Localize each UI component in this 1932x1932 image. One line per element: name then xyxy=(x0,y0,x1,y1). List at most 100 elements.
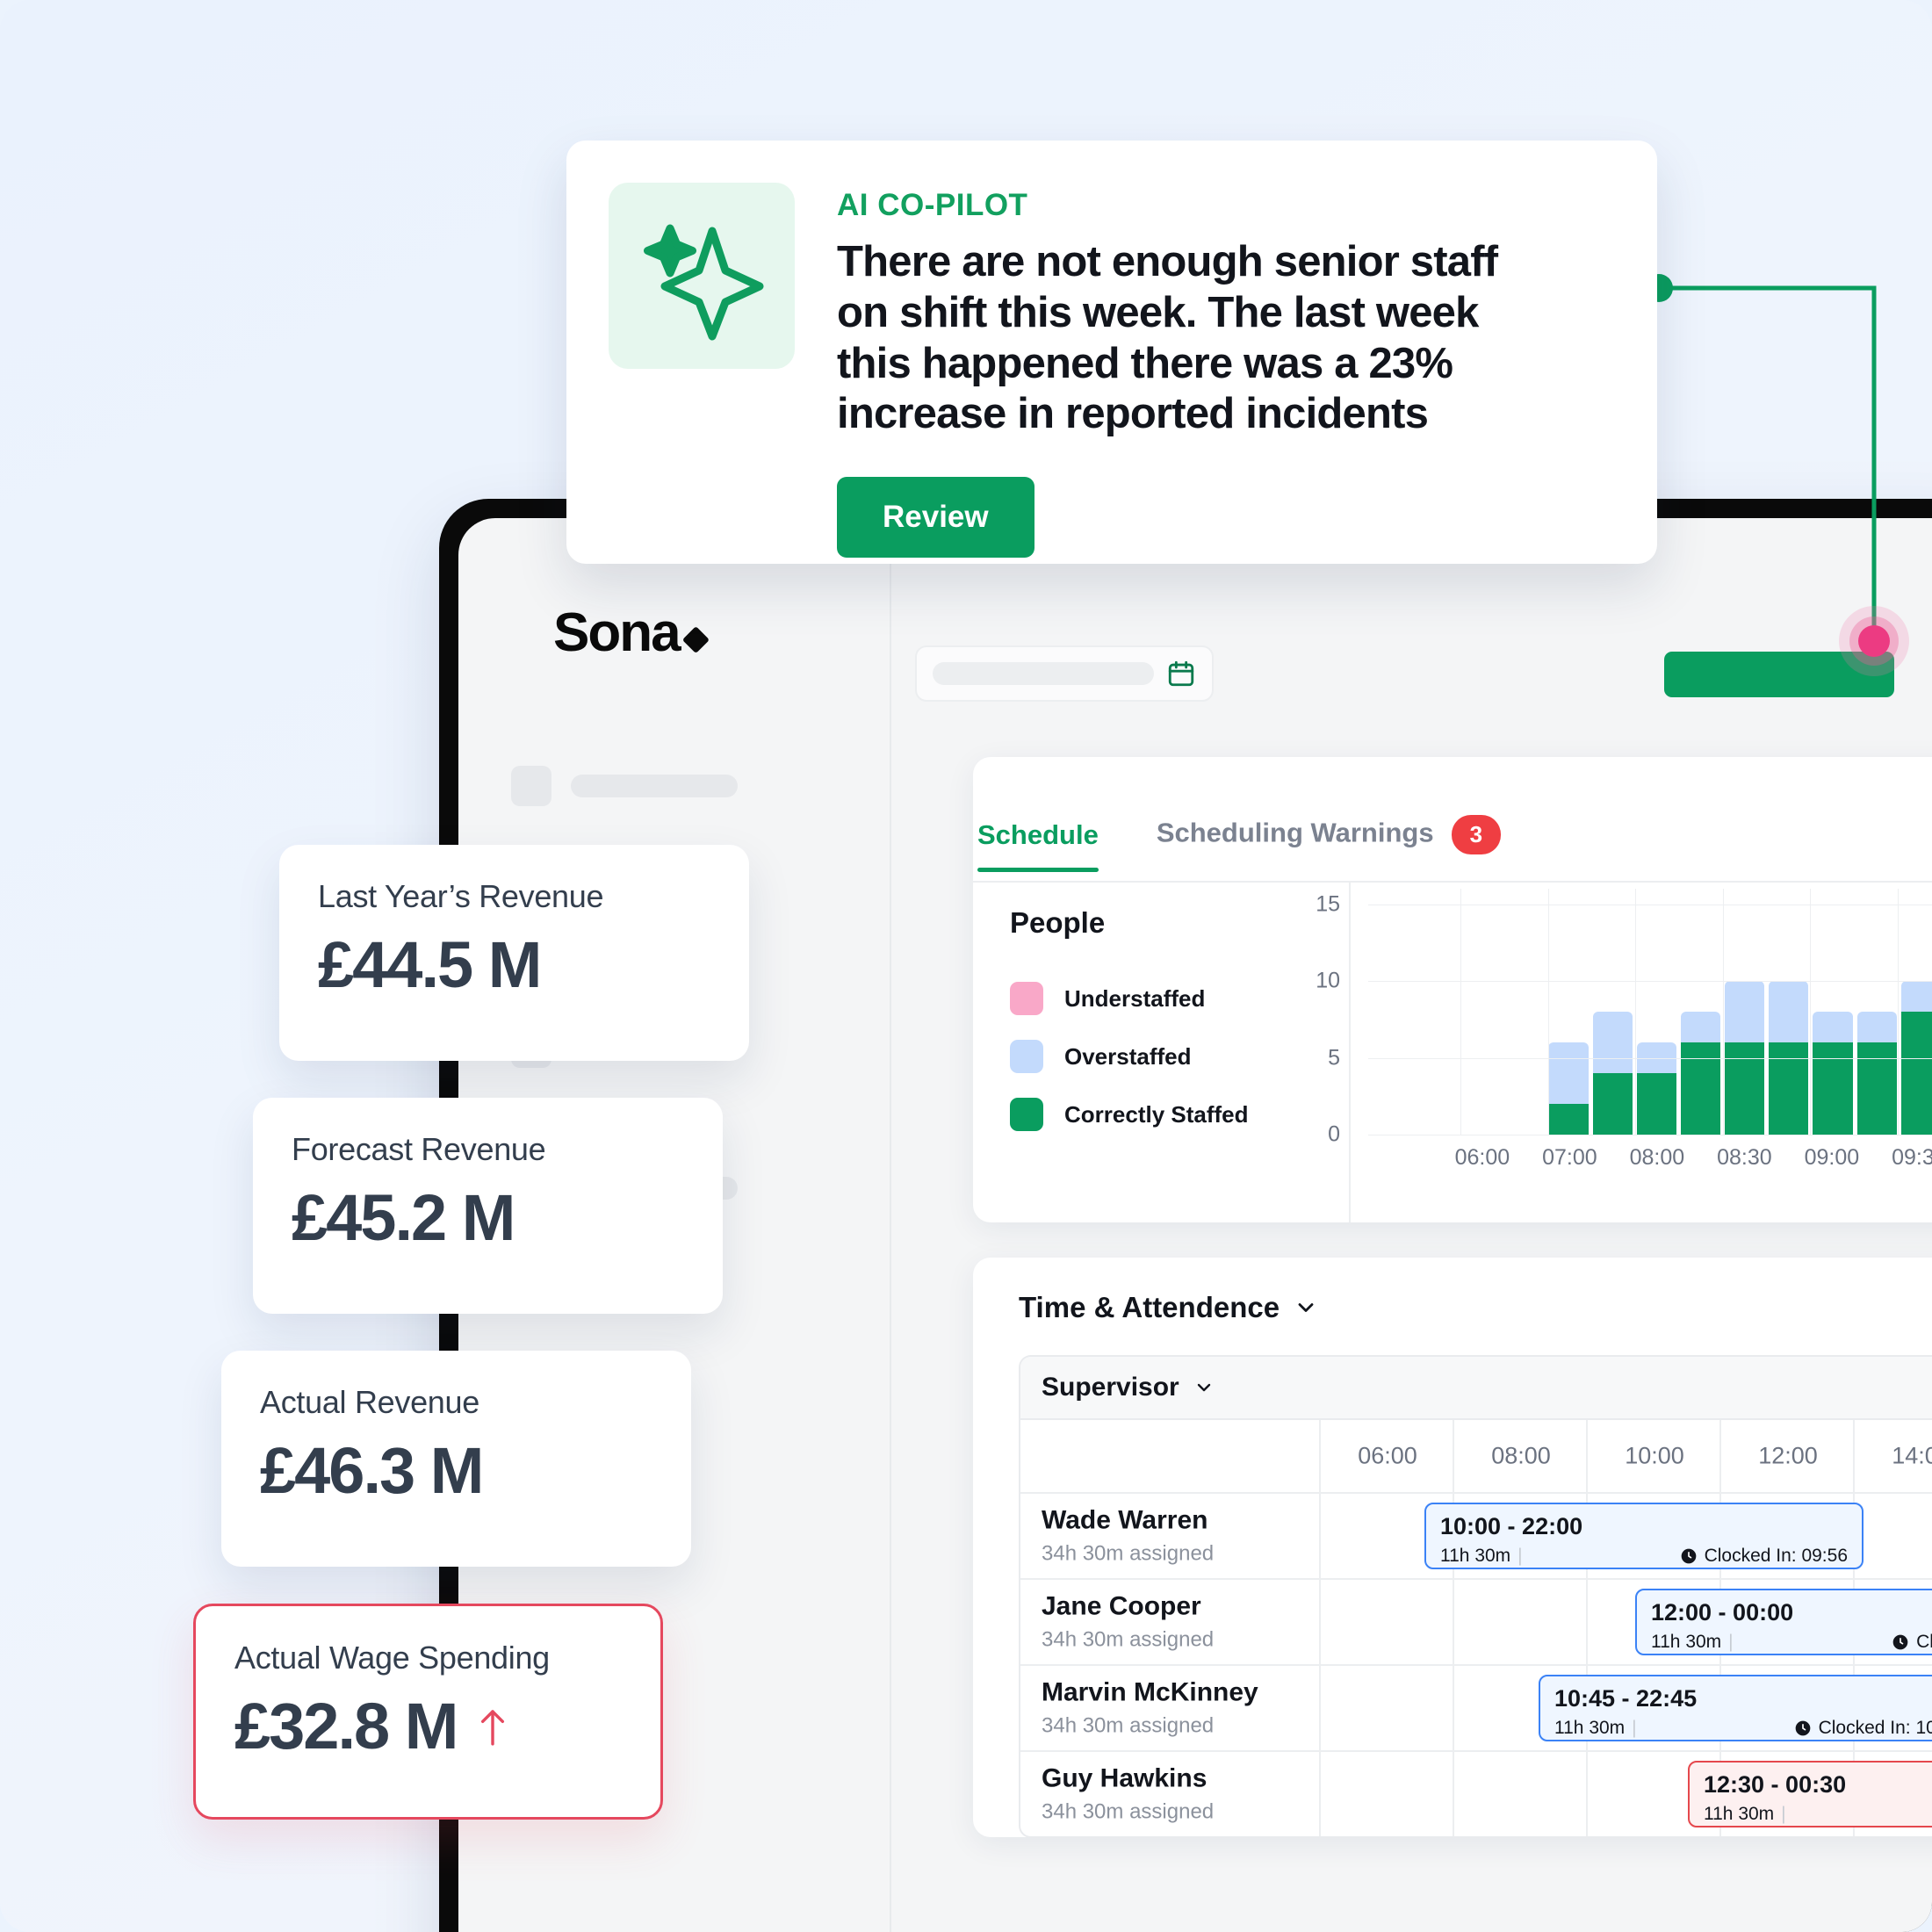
chart-bar-segment xyxy=(1725,981,1765,1042)
legend-item-correctly-staffed[interactable]: Correctly Staffed xyxy=(1010,1098,1249,1131)
employee-cell: Marvin McKinney 34h 30m assigned xyxy=(1042,1678,1258,1739)
shift-time-range: 10:00 - 22:00 xyxy=(1440,1513,1583,1539)
sidebar-skeleton-icon xyxy=(511,766,551,806)
time-header-cell: 06:00 xyxy=(1319,1420,1454,1492)
time-attendance-title[interactable]: Time & Attendence xyxy=(1019,1291,1318,1324)
chart-gridline xyxy=(1368,981,1932,982)
chart-bar[interactable] xyxy=(1856,1012,1897,1135)
ai-copilot-message: There are not enough senior staff on shi… xyxy=(837,238,1498,438)
review-button[interactable]: Review xyxy=(837,477,1034,559)
chart-vertical-gridline xyxy=(1897,889,1899,1135)
table-cell xyxy=(1453,1752,1588,1836)
chart-vertical-gridline xyxy=(1722,889,1724,1135)
employee-cell: Jane Cooper 34h 30m assigned xyxy=(1042,1592,1214,1653)
date-picker[interactable] xyxy=(915,645,1214,702)
legend-label: Overstaffed xyxy=(1064,1042,1192,1070)
chart-vertical-gridline xyxy=(1547,889,1549,1135)
chart-vertical-gridline xyxy=(1810,889,1811,1135)
meta-divider: | xyxy=(1781,1804,1786,1824)
table-row[interactable]: Guy Hawkins 34h 30m assigned 12:30 - 00:30… xyxy=(1020,1752,1932,1836)
metric-value: £46.3 M xyxy=(260,1434,484,1507)
legend-item-understaffed[interactable]: Understaffed xyxy=(1010,982,1249,1015)
attendance-table: Supervisor 06:00 08:00 10:00 12:00 14:00 Wad… xyxy=(1019,1355,1932,1838)
meta-divider: | xyxy=(1632,1718,1637,1738)
metric-card-actual-revenue[interactable]: Actual Revenue £46.3 M xyxy=(221,1351,691,1567)
metric-label: Actual Wage Spending xyxy=(234,1640,550,1676)
legend-title: People xyxy=(1010,906,1106,939)
clocked-in-time: Clocked In: 10:41 xyxy=(1818,1718,1932,1738)
meta-divider: | xyxy=(1728,1632,1734,1652)
employee-name: Jane Cooper xyxy=(1042,1591,1201,1621)
chart-bar[interactable] xyxy=(1548,1042,1589,1135)
shift-time-range: 10:45 - 22:45 xyxy=(1554,1685,1698,1712)
chart-bar-segment xyxy=(1636,1073,1676,1135)
tab-schedule[interactable]: Schedule xyxy=(977,819,1099,872)
metric-card-last-year-revenue[interactable]: Last Year’s Revenue £44.5 M xyxy=(279,845,749,1061)
tab-scheduling-warnings[interactable]: Scheduling Warnings 3 xyxy=(1157,815,1502,876)
shift-duration: 11h 30m xyxy=(1440,1546,1511,1566)
pulse-dot xyxy=(1858,625,1890,657)
time-header-label: 08:00 xyxy=(1491,1442,1551,1469)
table-row[interactable]: Wade Warren 34h 30m assigned 10:00 - 22:00… xyxy=(1020,1494,1932,1580)
metric-label: Forecast Revenue xyxy=(292,1131,546,1167)
calendar-icon[interactable] xyxy=(1166,659,1196,688)
clocked-in-time: Clocked In: 11:58 xyxy=(1916,1632,1932,1652)
shift-block[interactable]: 10:00 - 22:00 11h 30m | Clocked In: 09:56 xyxy=(1424,1503,1864,1569)
table-row[interactable]: Jane Cooper 34h 30m assigned 12:00 - 00:00… xyxy=(1020,1580,1932,1666)
metric-value: £32.8 M xyxy=(234,1690,458,1763)
metric-value-wrap: £46.3 M xyxy=(260,1433,652,1508)
time-header-label: 12:00 xyxy=(1758,1442,1818,1469)
shift-block[interactable]: 12:00 - 00:00 11h 30m | Clocked In: 11:58 xyxy=(1635,1589,1932,1655)
sparkle-icon-container xyxy=(609,183,795,369)
employee-cell: Guy Hawkins 34h 30m assigned xyxy=(1042,1764,1214,1825)
employee-assigned-hours: 34h 30m assigned xyxy=(1042,1627,1215,1652)
shift-meta: 11h 30m | Clocked In: 09:56 xyxy=(1440,1546,1848,1567)
metric-card-forecast-revenue[interactable]: Forecast Revenue £45.2 M xyxy=(253,1098,723,1314)
chart-y-tick: 0 xyxy=(1328,1121,1340,1147)
time-header-label: 14:00 xyxy=(1892,1442,1932,1469)
staffing-bar-chart: 0 5 10 15 06:00 07:00 08:00 08:30 09:00 09:30 xyxy=(1316,889,1932,1222)
chart-bar[interactable] xyxy=(1592,1012,1633,1135)
table-cell xyxy=(1853,1494,1932,1578)
attendance-group-header[interactable]: Supervisor xyxy=(1020,1357,1932,1420)
clock-icon xyxy=(1892,1634,1908,1650)
chart-bar-segment xyxy=(1769,981,1809,1042)
chart-bar-segment xyxy=(1813,1042,1853,1135)
attendance-rows: Wade Warren 34h 30m assigned 10:00 - 22:00… xyxy=(1020,1494,1932,1836)
tab-schedule-label: Schedule xyxy=(977,818,1099,850)
metric-value-wrap: £45.2 M xyxy=(292,1180,684,1255)
chart-x-tick: 09:00 xyxy=(1804,1145,1860,1170)
employee-name: Marvin McKinney xyxy=(1042,1677,1258,1707)
chart-bar-segment xyxy=(1856,1012,1897,1042)
chart-bars xyxy=(1368,889,1932,1135)
shift-time-range: 12:00 - 00:00 xyxy=(1651,1599,1794,1626)
shift-block[interactable]: 12:30 - 00:3011h 30m|Clocked In: 12:52 xyxy=(1688,1761,1932,1827)
chevron-down-icon[interactable] xyxy=(1193,1377,1215,1398)
table-cell xyxy=(1319,1666,1454,1750)
attendance-time-header: 06:00 08:00 10:00 12:00 14:00 xyxy=(1020,1420,1932,1494)
chart-vertical-gridline xyxy=(1460,889,1461,1135)
employee-assigned-hours: 34h 30m assigned xyxy=(1042,1541,1215,1566)
metric-value: £44.5 M xyxy=(318,928,542,1001)
metric-value-wrap: £32.8 M xyxy=(234,1689,622,1763)
chart-bar-segment xyxy=(1856,1042,1897,1135)
chart-bar[interactable] xyxy=(1636,1042,1676,1135)
clock-icon xyxy=(1795,1720,1810,1736)
time-header-cell: 12:00 xyxy=(1719,1420,1855,1492)
chart-x-axis: 06:00 07:00 08:00 08:30 09:00 09:30 xyxy=(1368,1145,1932,1180)
chart-gridline xyxy=(1368,1057,1932,1059)
chart-bar-segment xyxy=(1548,1042,1589,1104)
chart-bar[interactable] xyxy=(1680,1012,1721,1135)
legend-label: Understaffed xyxy=(1064,984,1206,1012)
chevron-down-icon[interactable] xyxy=(1294,1295,1318,1320)
ai-copilot-eyebrow: AI CO-PILOT xyxy=(837,188,1028,222)
table-row[interactable]: Marvin McKinney 34h 30m assigned 10:45 - 2… xyxy=(1020,1666,1932,1752)
metric-card-actual-wage-spending[interactable]: Actual Wage Spending £32.8 M xyxy=(193,1604,663,1820)
shift-block[interactable]: 10:45 - 22:45 11h 30m | Clocked In: 10:41 xyxy=(1539,1675,1932,1741)
panel-tabs: Schedule Scheduling Warnings 3 xyxy=(977,815,1502,876)
chart-x-tick: 08:00 xyxy=(1629,1145,1685,1170)
time-attendance-title-label: Time & Attendence xyxy=(1019,1291,1280,1323)
legend-item-overstaffed[interactable]: Overstaffed xyxy=(1010,1040,1249,1073)
chart-bar[interactable] xyxy=(1813,1012,1853,1135)
date-picker-input[interactable] xyxy=(933,662,1154,685)
